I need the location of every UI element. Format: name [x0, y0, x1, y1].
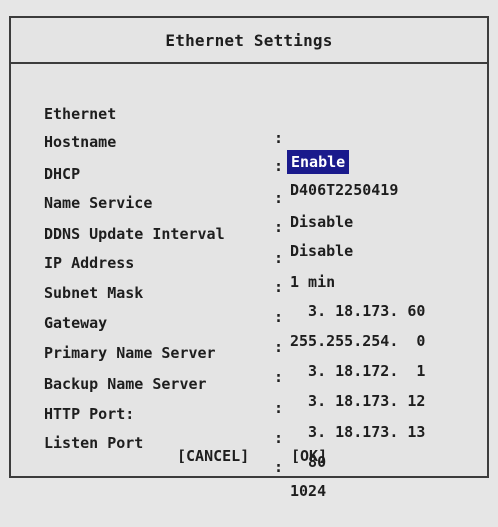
setting-row-subnet-mask[interactable]: Subnet Mask : 255.255.254. 0 [11, 257, 487, 350]
dialog-button-bar: [CANCEL] [OK] [11, 444, 487, 468]
setting-row-backup-name-server[interactable]: Backup Name Server : 3. 18.173. 13 [11, 348, 487, 441]
setting-row-hostname[interactable]: Hostname : D406T2250419 [11, 106, 487, 199]
dialog-title: Ethernet Settings [165, 30, 333, 50]
dialog-title-bar: Ethernet Settings [11, 18, 487, 64]
ok-button[interactable]: [OK] [291, 444, 327, 468]
setting-value-listen-port[interactable]: 1024 [290, 479, 326, 503]
setting-row-primary-name-server[interactable]: Primary Name Server : 3. 18.173. 12 [11, 317, 487, 410]
cancel-button[interactable]: [CANCEL] [177, 444, 249, 468]
setting-row-gateway[interactable]: Gateway : 3. 18.172. 1 [11, 287, 487, 380]
setting-row-ddns-update-interval[interactable]: DDNS Update Interval : 1 min [11, 198, 487, 291]
ethernet-settings-dialog: Ethernet Settings Ethernet : Enable Host… [9, 16, 489, 500]
setting-row-dhcp[interactable]: DHCP : Disable [11, 138, 487, 231]
setting-row-ethernet[interactable]: Ethernet : Enable [11, 78, 487, 174]
setting-row-http-port[interactable]: HTTP Port: : 80 [11, 378, 487, 471]
setting-row-ip-address[interactable]: IP Address : 3. 18.173. 60 [11, 227, 487, 320]
setting-row-name-service[interactable]: Name Service : Disable [11, 167, 487, 260]
setting-row-listen-port[interactable]: Listen Port : 1024 [11, 407, 487, 500]
